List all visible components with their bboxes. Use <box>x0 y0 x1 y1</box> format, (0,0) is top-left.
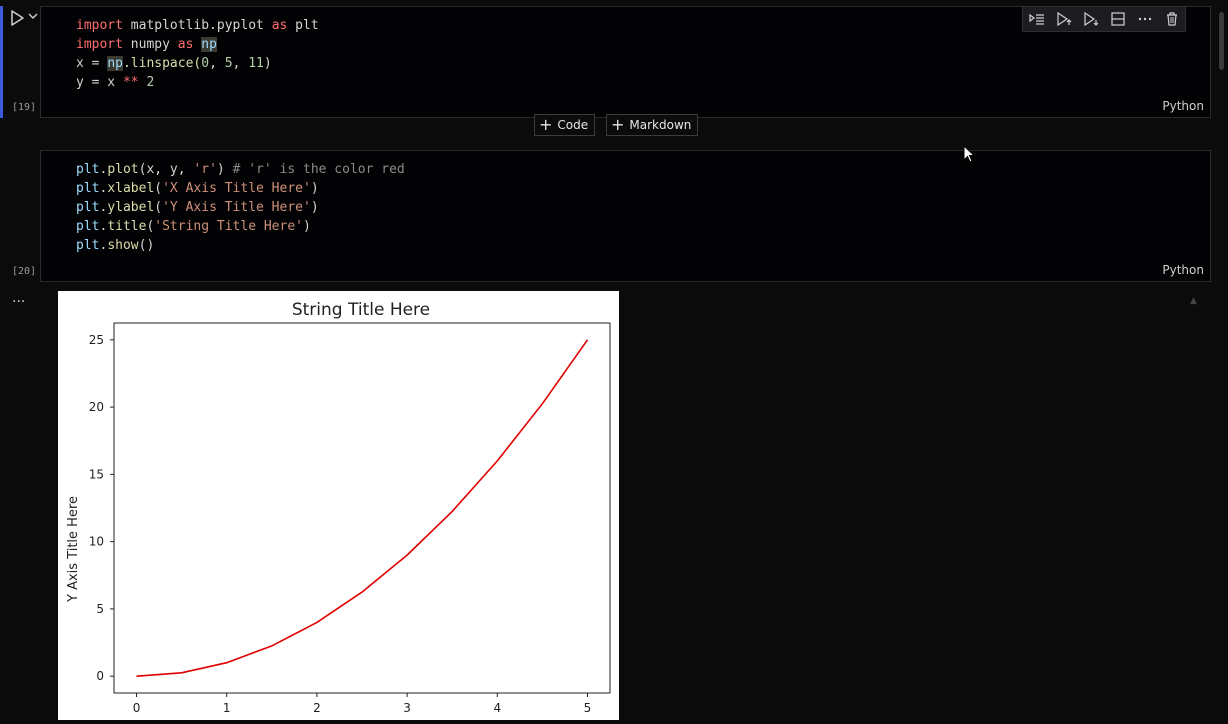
add-markdown-cell-button[interactable]: + Markdown <box>606 114 699 136</box>
series-line <box>136 339 589 677</box>
x-tick-label: 1 <box>223 701 231 715</box>
output-more-button[interactable]: ... <box>12 290 25 306</box>
chevron-down-icon[interactable] <box>28 11 38 21</box>
y-tick-label: 20 <box>89 400 104 414</box>
plot-output: String Title Here Y Axis Title Here 0 1 2 3… <box>58 291 619 720</box>
run-cell-icon[interactable] <box>8 9 26 27</box>
add-code-cell-button[interactable]: + Code <box>534 114 596 136</box>
x-tick-label: 5 <box>584 701 592 715</box>
line-chart: String Title Here Y Axis Title Here 0 1 2 3… <box>66 300 611 715</box>
execute-cell-and-below-icon[interactable] <box>1055 10 1073 28</box>
execute-above-icon[interactable] <box>1028 10 1046 28</box>
y-tick-label: 10 <box>89 535 104 549</box>
code-cell-2[interactable]: plt.plot(x, y, 'r') # 'r' is the color r… <box>40 150 1211 282</box>
plus-icon: + <box>611 115 625 134</box>
cell-language-label[interactable]: Python <box>1162 99 1204 113</box>
collapse-output-icon[interactable]: ▲ <box>1190 296 1197 306</box>
y-tick-label: 0 <box>96 669 104 683</box>
execution-count: [20] <box>12 266 37 277</box>
x-tick-label: 0 <box>133 701 141 715</box>
scrollbar[interactable] <box>1219 12 1224 70</box>
chart-title: String Title Here <box>292 300 430 320</box>
more-icon[interactable] <box>1136 10 1154 28</box>
code-line: plt.title('String Title Here') <box>76 219 311 234</box>
code-line: x = np.linspace(0, 5, 11) <box>76 56 272 71</box>
plus-icon: + <box>539 115 553 134</box>
add-code-label: Code <box>557 118 589 132</box>
x-tick-label: 3 <box>403 701 411 715</box>
x-axis: 0 1 2 3 4 5 <box>133 693 592 715</box>
execute-cell-and-above-icon[interactable] <box>1082 10 1100 28</box>
y-tick-label: 15 <box>89 467 104 481</box>
add-markdown-label: Markdown <box>629 118 692 132</box>
y-axis-label: Y Axis Title Here <box>66 496 81 603</box>
code-line: import matplotlib.pyplot as plt <box>76 18 319 33</box>
y-tick-label: 5 <box>96 602 104 616</box>
code-line: plt.ylabel('Y Axis Title Here') <box>76 200 319 215</box>
active-cell-indicator <box>0 6 3 118</box>
execution-count: [19] <box>12 102 37 113</box>
code-line: plt.plot(x, y, 'r') # 'r' is the color r… <box>76 162 405 177</box>
cell-1-code[interactable]: import matplotlib.pyplot as plt import n… <box>76 16 319 92</box>
code-line: plt.xlabel('X Axis Title Here') <box>76 181 319 196</box>
y-tick-label: 25 <box>89 333 104 347</box>
cell-language-label[interactable]: Python <box>1162 263 1204 277</box>
x-tick-label: 2 <box>313 701 321 715</box>
delete-icon[interactable] <box>1163 10 1181 28</box>
plot-area <box>113 322 611 694</box>
code-line: y = x ** 2 <box>76 75 155 90</box>
y-axis: 0 5 10 15 20 25 <box>89 333 114 683</box>
cell-2-code[interactable]: plt.plot(x, y, 'r') # 'r' is the color r… <box>76 160 405 255</box>
code-line: plt.show() <box>76 238 155 253</box>
mouse-cursor-icon <box>963 145 976 163</box>
code-line: import numpy as np <box>76 37 217 52</box>
cell-toolbar <box>1022 6 1186 32</box>
split-cell-icon[interactable] <box>1109 10 1127 28</box>
x-tick-label: 4 <box>493 701 501 715</box>
